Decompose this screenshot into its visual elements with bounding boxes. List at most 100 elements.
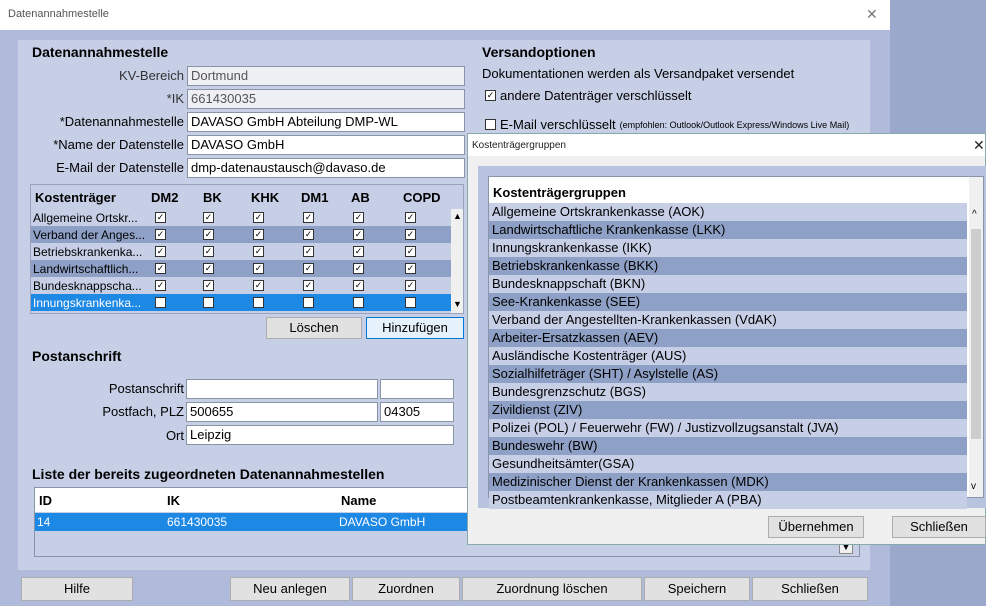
address-field[interactable]	[186, 379, 378, 399]
list-item[interactable]: Arbeiter-Ersatzkassen (AEV)	[489, 329, 967, 347]
checkbox-checked-icon[interactable]: ✓	[303, 246, 314, 257]
apply-button[interactable]: Übernehmen	[768, 516, 864, 538]
checkbox-checked-icon[interactable]: ✓	[353, 246, 364, 257]
checkbox-checked-icon[interactable]: ✓	[303, 263, 314, 274]
email-field[interactable]: dmp-datenaustausch@davaso.de	[187, 158, 465, 178]
checkbox-checked-icon[interactable]: ✓	[405, 229, 416, 240]
add-button[interactable]: Hinzufügen	[366, 317, 464, 339]
pobox-field[interactable]: 500655	[186, 402, 378, 422]
list-item[interactable]: Bundesknappschaft (BKN)	[489, 275, 967, 293]
zip-field[interactable]: 04305	[380, 402, 454, 422]
delete-button[interactable]: Löschen	[266, 317, 362, 339]
dan-field[interactable]: DAVASO GmbH Abteilung DMP-WL	[187, 112, 465, 132]
checkbox-empty-icon[interactable]	[405, 297, 416, 308]
list-item[interactable]: Allgemeine Ortskrankenkasse (AOK)	[489, 203, 967, 221]
checkbox-checked-icon[interactable]: ✓	[353, 229, 364, 240]
list-item[interactable]: Bundeswehr (BW)	[489, 437, 967, 455]
assign-button[interactable]: Zuordnen	[352, 577, 460, 601]
table-row[interactable]: Betriebskrankenka... ✓ ✓ ✓ ✓ ✓ ✓	[31, 243, 451, 260]
checkbox-empty-icon[interactable]	[203, 297, 214, 308]
list-item[interactable]: Sozialhilfeträger (SHT) / Asylstelle (AS…	[489, 365, 967, 383]
dialog-close-button[interactable]: Schließen	[892, 516, 986, 538]
list-item[interactable]: Postbeamtenkrankenkasse, Mitglieder A (P…	[489, 491, 967, 509]
list-item[interactable]: Ausländische Kostenträger (AUS)	[489, 347, 967, 365]
scroll-down-icon[interactable]: ▼	[453, 299, 462, 309]
row-name: DAVASO GmbH	[339, 515, 426, 529]
list-item[interactable]: Zivildienst (ZIV)	[489, 401, 967, 419]
email-label: E-Mail der Datenstelle	[56, 160, 184, 175]
checkbox-checked-icon[interactable]: ✓	[405, 246, 416, 257]
checkbox-checked-icon[interactable]: ✓	[405, 212, 416, 223]
checkbox-checked-icon[interactable]: ✓	[155, 263, 166, 274]
checkbox-checked-icon[interactable]: ✓	[353, 212, 364, 223]
checkbox-checked-icon[interactable]: ✓	[353, 280, 364, 291]
checkbox-checked-icon[interactable]: ✓	[303, 280, 314, 291]
checkbox-checked-icon[interactable]: ✓	[253, 246, 264, 257]
kostentraeger-grid: Kostenträger DM2 BK KHK DM1 AB COPD Allg…	[30, 184, 464, 314]
city-field[interactable]: Leipzig	[186, 425, 454, 445]
checkbox-checked-icon[interactable]: ✓	[485, 90, 496, 101]
checkbox-checked-icon[interactable]: ✓	[203, 212, 214, 223]
checkbox-checked-icon[interactable]: ✓	[253, 280, 264, 291]
list-item[interactable]: Polizei (POL) / Feuerwehr (FW) / Justizv…	[489, 419, 967, 437]
opt-other-media[interactable]: ✓ andere Datenträger verschlüsselt	[485, 88, 692, 103]
checkbox-checked-icon[interactable]: ✓	[203, 246, 214, 257]
checkbox-checked-icon[interactable]: ✓	[155, 280, 166, 291]
checkbox-checked-icon[interactable]: ✓	[253, 229, 264, 240]
close-icon[interactable]: ✕	[866, 6, 878, 23]
checkbox-empty-icon[interactable]	[155, 297, 166, 308]
list-item[interactable]: See-Krankenkasse (SEE)	[489, 293, 967, 311]
close-button[interactable]: Schließen	[752, 577, 868, 601]
checkbox-checked-icon[interactable]: ✓	[303, 229, 314, 240]
list-item[interactable]: Innungskrankenkasse (IKK)	[489, 239, 967, 257]
row-kostentraeger-name: Bundesknappscha...	[33, 279, 142, 293]
scroll-thumb[interactable]	[971, 229, 981, 439]
table-row[interactable]: Allgemeine Ortskr... ✓ ✓ ✓ ✓ ✓ ✓	[31, 209, 451, 226]
window-title: Datenannahmestelle	[8, 8, 109, 20]
scroll-down-icon[interactable]: v	[971, 481, 976, 492]
checkbox-checked-icon[interactable]: ✓	[155, 229, 166, 240]
grid-scrollbar[interactable]: ▲ ▼	[451, 209, 463, 313]
name-field[interactable]: DAVASO GmbH	[187, 135, 465, 155]
list-item[interactable]: Landwirtschaftliche Krankenkasse (LKK)	[489, 221, 967, 239]
checkbox-empty-icon[interactable]	[253, 297, 264, 308]
list-item[interactable]: Betriebskrankenkasse (BKK)	[489, 257, 967, 275]
list-item[interactable]: Verband der Angestellten-Krankenkassen (…	[489, 311, 967, 329]
table-row[interactable]: Verband der Anges... ✓ ✓ ✓ ✓ ✓ ✓	[31, 226, 451, 243]
table-row[interactable]: Bundesknappscha... ✓ ✓ ✓ ✓ ✓ ✓	[31, 277, 451, 294]
checkbox-checked-icon[interactable]: ✓	[353, 263, 364, 274]
dialog-close-icon[interactable]: ✕	[973, 137, 985, 154]
ik-field[interactable]: 661430035	[187, 89, 465, 109]
kv-label: KV-Bereich	[118, 68, 184, 83]
checkbox-checked-icon[interactable]: ✓	[405, 263, 416, 274]
checkbox-checked-icon[interactable]: ✓	[303, 212, 314, 223]
checkbox-checked-icon[interactable]: ✓	[203, 263, 214, 274]
scroll-up-icon[interactable]: ^	[972, 209, 977, 220]
checkbox-empty-icon[interactable]	[303, 297, 314, 308]
list-item[interactable]: Gesundheitsämter(GSA)	[489, 455, 967, 473]
grid-header-bk: BK	[203, 190, 222, 205]
checkbox-empty-icon[interactable]	[353, 297, 364, 308]
help-button[interactable]: Hilfe	[21, 577, 133, 601]
checkbox-checked-icon[interactable]: ✓	[155, 246, 166, 257]
group-list-scrollbar[interactable]: ^ v	[969, 177, 983, 497]
table-row[interactable]: Innungskrankenka...	[31, 294, 451, 311]
table-row[interactable]: Landwirtschaftlich... ✓ ✓ ✓ ✓ ✓ ✓	[31, 260, 451, 277]
checkbox-checked-icon[interactable]: ✓	[155, 212, 166, 223]
list-item[interactable]: Bundesgrenzschutz (BGS)	[489, 383, 967, 401]
checkbox-checked-icon[interactable]: ✓	[203, 229, 214, 240]
checkbox-checked-icon[interactable]: ✓	[405, 280, 416, 291]
new-button[interactable]: Neu anlegen	[230, 577, 350, 601]
scroll-up-icon[interactable]: ▲	[453, 211, 462, 221]
address-field-2[interactable]	[380, 379, 454, 399]
opt-email-encrypted[interactable]: E-Mail verschlüsselt (empfohlen: Outlook…	[485, 117, 849, 132]
checkbox-empty-icon[interactable]	[485, 119, 496, 130]
checkbox-checked-icon[interactable]: ✓	[253, 263, 264, 274]
list-item[interactable]: Medizinischer Dienst der Krankenkassen (…	[489, 473, 967, 491]
kv-field[interactable]: Dortmund	[187, 66, 465, 86]
save-button[interactable]: Speichern	[644, 577, 750, 601]
unassign-button[interactable]: Zuordnung löschen	[462, 577, 642, 601]
row-ik: 661430035	[167, 515, 228, 529]
checkbox-checked-icon[interactable]: ✓	[253, 212, 264, 223]
checkbox-checked-icon[interactable]: ✓	[203, 280, 214, 291]
